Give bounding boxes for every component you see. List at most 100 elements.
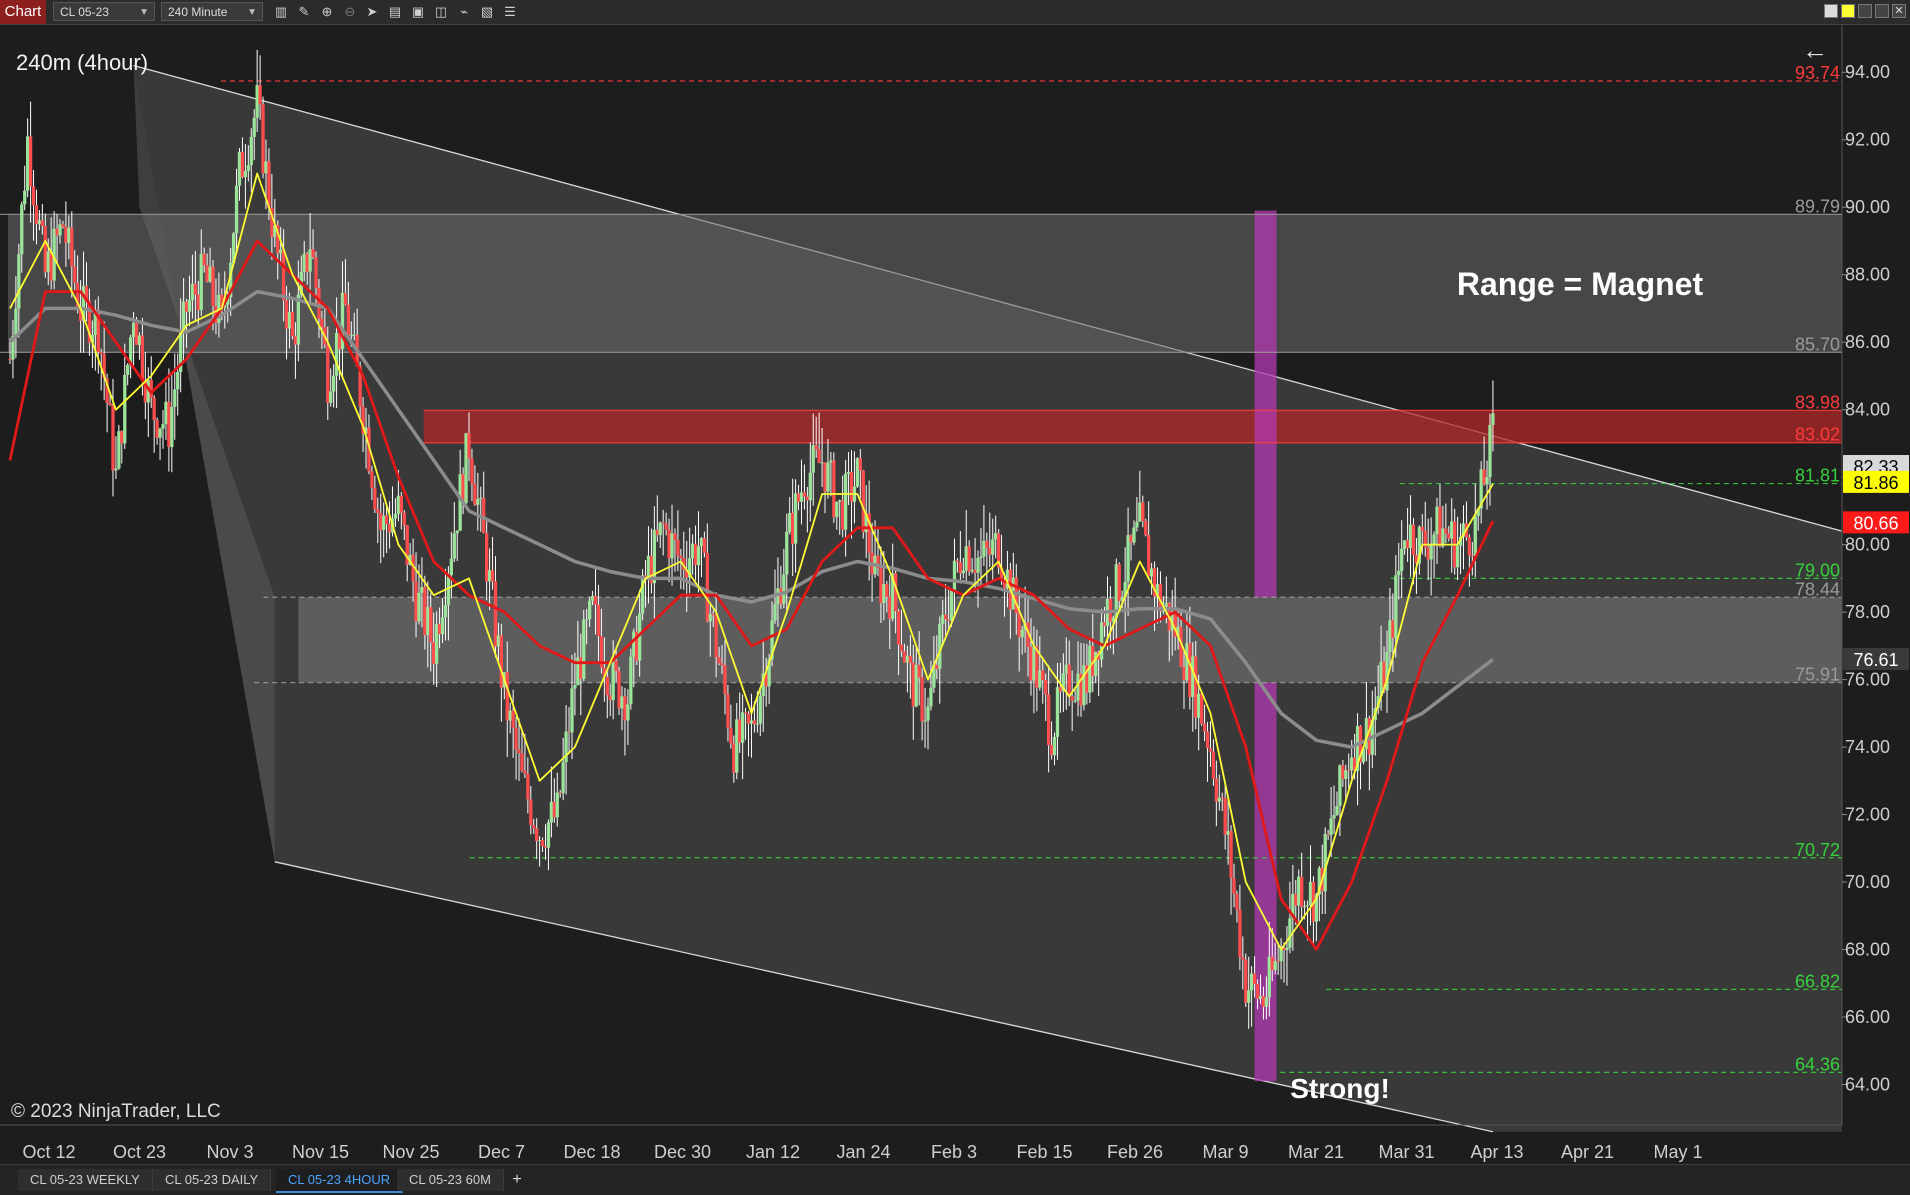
- candle-body: [126, 364, 130, 375]
- candle-body: [473, 483, 477, 505]
- candle-body: [1491, 413, 1495, 425]
- candle-body: [1426, 547, 1430, 560]
- price-badge-label: 81.86: [1853, 473, 1898, 493]
- instrument-selector[interactable]: CL 05-23 ▼: [53, 2, 155, 21]
- candle-body: [941, 614, 945, 624]
- scroll-back-icon[interactable]: ←: [1802, 35, 1828, 65]
- candle-body: [17, 254, 21, 309]
- candle-body: [120, 431, 124, 444]
- candle-body: [108, 402, 112, 406]
- candle-body: [673, 533, 677, 540]
- interval-selector[interactable]: 240 Minute ▼: [161, 2, 263, 21]
- price-tick-label: 88.00: [1845, 265, 1890, 285]
- price-chart[interactable]: 93.74 89.79 85.70 83.98 83.02 81.81 79.0078.44…: [0, 25, 1910, 1164]
- candle-body: [187, 299, 192, 312]
- toolbar: Chart CL 05-23 ▼ 240 Minute ▼ ▥ ✎ ⊕ ⊖ ➤ ▤ …: [0, 0, 1910, 25]
- candle-body: [1229, 831, 1233, 879]
- pointer-icon[interactable]: ➤: [363, 3, 381, 21]
- candle-body: [1270, 956, 1274, 971]
- level-label: 81.81: [1795, 466, 1840, 486]
- candle-body: [661, 522, 665, 524]
- strategies-icon[interactable]: ⌁: [455, 3, 473, 21]
- properties-icon[interactable]: ▣: [409, 3, 427, 21]
- price-tick-label: 66.00: [1845, 1007, 1890, 1027]
- candle-body: [1335, 805, 1339, 816]
- candle-body: [1017, 613, 1021, 638]
- zoom-out-icon[interactable]: ⊖: [341, 3, 359, 21]
- candle-body: [70, 227, 74, 267]
- candle-body: [1250, 973, 1254, 991]
- candle-body: [817, 449, 821, 463]
- minimize-icon[interactable]: [1858, 4, 1872, 18]
- draw-pencil-icon[interactable]: ✎: [295, 3, 313, 21]
- candle-body: [1064, 664, 1068, 674]
- candle-body: [1147, 535, 1151, 577]
- indicators-icon[interactable]: ◫: [432, 3, 450, 21]
- candle-body: [696, 546, 701, 566]
- candle-body: [629, 656, 633, 705]
- chart-window-tab[interactable]: Chart: [0, 0, 46, 24]
- candle-body: [73, 266, 77, 283]
- candle-body: [234, 185, 239, 234]
- candle-body: [788, 512, 792, 532]
- candle-body: [1232, 878, 1236, 894]
- candle-body: [505, 672, 509, 721]
- candle-body: [587, 600, 592, 620]
- candle-body: [711, 613, 715, 616]
- link-color-icon[interactable]: [1841, 4, 1855, 18]
- candle-body: [973, 569, 977, 573]
- trade-list-icon[interactable]: ☰: [501, 3, 519, 21]
- tab-60m[interactable]: CL 05-23 60M: [397, 1169, 504, 1191]
- level-label: 64.36: [1795, 1054, 1840, 1074]
- window-theme-icon[interactable]: [1824, 4, 1838, 18]
- candle-body: [1241, 957, 1245, 960]
- candle-body: [679, 555, 683, 558]
- candle-body: [752, 720, 757, 725]
- candle-body: [546, 822, 551, 848]
- candle-body: [1411, 524, 1416, 556]
- candle-body: [243, 171, 248, 178]
- drawing-tools-icon[interactable]: ▧: [478, 3, 496, 21]
- candle-body: [723, 665, 727, 695]
- price-tick-label: 64.00: [1845, 1075, 1890, 1095]
- candle-body: [443, 605, 448, 618]
- candle-body: [529, 799, 533, 826]
- candle-body: [1455, 545, 1460, 568]
- level-label: 83.02: [1795, 425, 1840, 445]
- chart-panel[interactable]: 93.74 89.79 85.70 83.98 83.02 81.81 79.00 78.44…: [0, 25, 1910, 1164]
- candle-body: [608, 695, 612, 701]
- candle-body: [832, 460, 836, 518]
- bar-style-icon[interactable]: ▥: [272, 3, 290, 21]
- tab-weekly[interactable]: CL 05-23 WEEKLY: [18, 1169, 153, 1191]
- candle-body: [1391, 620, 1395, 639]
- candle-body: [708, 613, 712, 622]
- candle-body: [735, 719, 739, 773]
- candle-body: [379, 512, 383, 530]
- candle-body: [1076, 673, 1080, 701]
- candle-body: [540, 840, 545, 847]
- candle-body: [1099, 622, 1104, 660]
- zoom-in-icon[interactable]: ⊕: [318, 3, 336, 21]
- candle-body: [167, 401, 171, 448]
- candle-body: [1341, 765, 1345, 779]
- candle-body: [920, 677, 924, 722]
- candle-body: [1264, 997, 1269, 1007]
- candle-body: [376, 509, 380, 513]
- data-box-icon[interactable]: ▤: [386, 3, 404, 21]
- level-label: 93.74: [1795, 63, 1840, 83]
- chart-title: 240m (4hour): [16, 50, 148, 75]
- add-tab-button[interactable]: +: [507, 1169, 527, 1191]
- time-tick-label: Mar 9: [1202, 1142, 1248, 1162]
- maximize-icon[interactable]: [1875, 4, 1889, 18]
- candle-body: [1470, 555, 1474, 557]
- candle-body: [161, 424, 165, 429]
- tab-daily[interactable]: CL 05-23 DAILY: [153, 1169, 272, 1191]
- candle-body: [526, 773, 530, 800]
- candle-body: [511, 710, 515, 728]
- candle-body: [240, 151, 245, 178]
- tab-4hour[interactable]: CL 05-23 4HOUR: [276, 1169, 404, 1193]
- close-icon[interactable]: ✕: [1892, 4, 1906, 18]
- candle-body: [1305, 905, 1310, 907]
- candle-body: [114, 468, 118, 471]
- price-tick-label: 90.00: [1845, 197, 1890, 217]
